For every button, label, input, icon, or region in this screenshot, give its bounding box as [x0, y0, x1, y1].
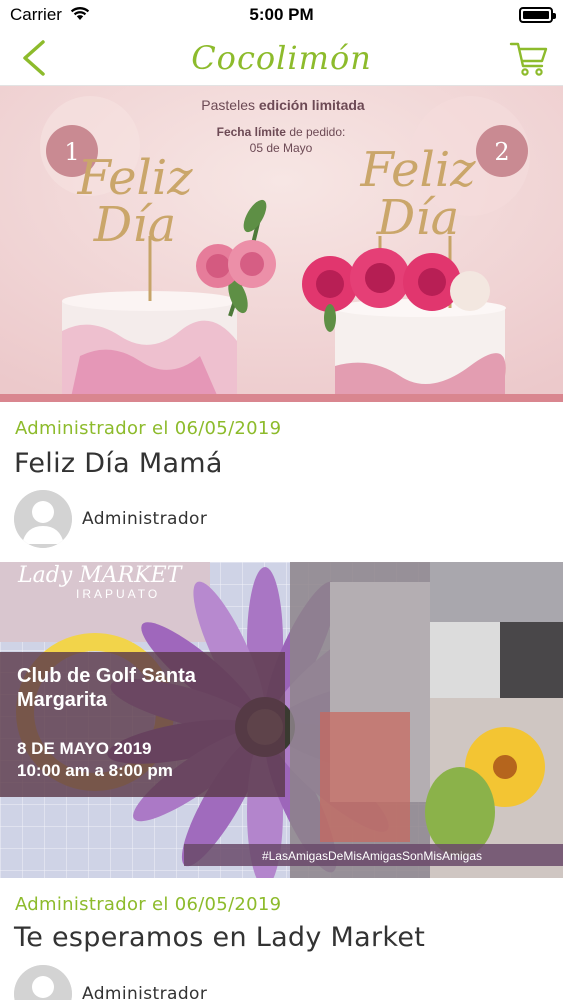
nav-bar: Cocolimón	[0, 30, 563, 86]
event-date: 8 DE MAYO 2019	[17, 739, 152, 758]
promo-deadline: Fecha límite de pedido:	[217, 125, 346, 139]
event-hashtag: #LasAmigasDeMisAmigasSonMisAmigas	[262, 849, 482, 863]
event-poster: Lady MARKET IRAPUATO Club de Golf Santa …	[0, 562, 563, 878]
user-placeholder-icon	[14, 490, 72, 548]
event-brand: Lady MARKET	[17, 563, 184, 588]
post-meta: Administrador el 06/05/2019	[15, 894, 282, 915]
carrier-label: Carrier	[10, 5, 62, 24]
post-image-feliz-dia[interactable]: Pasteles edición limitada Fecha límite d…	[0, 86, 563, 402]
post-author[interactable]: Administrador	[14, 490, 207, 548]
status-bar: Carrier 5:00 PM	[0, 0, 563, 30]
battery-icon	[519, 7, 556, 23]
chevron-left-icon	[23, 40, 45, 76]
svg-text:Día: Día	[376, 190, 459, 246]
promo-deadline-date: 05 de Mayo	[250, 141, 313, 155]
author-name: Administrador	[82, 509, 208, 529]
post-meta: Administrador el 06/05/2019	[15, 418, 282, 439]
status-left: Carrier	[10, 5, 90, 26]
app-title: Cocolimón	[191, 38, 372, 77]
promo-header: Pasteles edición limitada	[201, 97, 365, 113]
svg-text:2: 2	[494, 138, 509, 166]
author-name: Administrador	[82, 984, 208, 1000]
event-city: IRAPUATO	[76, 587, 160, 601]
user-placeholder-icon	[14, 965, 72, 1000]
back-button[interactable]	[14, 38, 54, 78]
cake-illustration: Pasteles edición limitada Fecha límite d…	[0, 86, 563, 402]
wifi-icon	[70, 5, 90, 26]
post-author[interactable]: Administrador	[14, 965, 207, 1000]
cart-button[interactable]	[507, 36, 551, 80]
post-title[interactable]: Te esperamos en Lady Market	[14, 922, 425, 953]
event-venue: Club de Golf Santa	[17, 665, 197, 687]
svg-text:Margarita: Margarita	[17, 689, 108, 711]
svg-text:Día: Día	[93, 197, 176, 253]
post-image-lady-market[interactable]: Lady MARKET IRAPUATO Club de Golf Santa …	[0, 562, 563, 878]
event-hours: 10:00 am a 8:00 pm	[17, 761, 173, 780]
cart-icon	[509, 42, 548, 76]
post-title[interactable]: Feliz Día Mamá	[14, 448, 223, 479]
